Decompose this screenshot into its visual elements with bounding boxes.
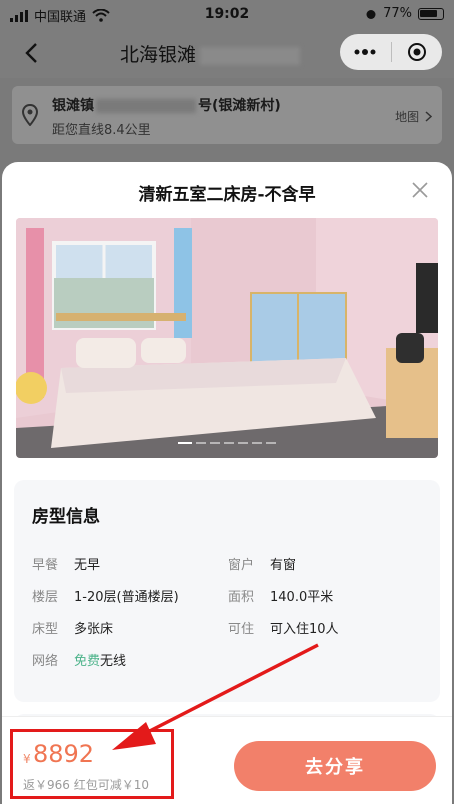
distance-label: 距您直线8.4公里 [52,123,151,138]
carousel-dot [196,442,206,444]
nav-bar: 北海银滩 [0,28,454,78]
alarm-icon [366,9,376,19]
carousel-dot [252,442,262,444]
share-button[interactable]: 去分享 [234,741,436,791]
info-area: 面积 140.0平米 [228,590,334,605]
target-icon [407,43,426,61]
hotel-address: 银滩镇 号(银滩新村) [52,98,281,114]
room-photo-carousel[interactable] [16,218,438,458]
address-card[interactable]: 银滩镇 号(银滩新村) 距您直线8.4公里 地图 [12,86,442,144]
info-floor: 楼层 1-20层(普通楼层) [32,590,179,605]
carousel-indicator [16,442,438,444]
info-breakfast: 早餐 无早 [32,558,101,573]
back-button[interactable] [18,40,44,66]
chevron-right-icon [425,111,433,122]
room-info-card: 房型信息 早餐 无早 窗户 有窗 楼层 1-20层(普通楼层) 面积 140.0平米 床… [14,480,440,702]
close-icon [412,182,428,198]
bottom-action-bar: ¥ 8892 返￥966 红包可减￥10 去分享 [2,716,452,804]
carousel-dot [238,442,248,444]
close-program-button[interactable] [392,42,443,62]
battery-icon [418,7,444,20]
carousel-dot [266,442,276,444]
room-detail-sheet: 清新五室二床房-不含早 房型信息 早餐 无早 窗户 有窗 楼层 1-20层(普通… [2,162,452,804]
map-link[interactable]: 地图 [395,108,433,125]
mini-program-capsule [340,34,442,70]
room-info-title: 房型信息 [32,507,100,527]
room-title: 清新五室二床房-不含早 [138,185,316,205]
price-amount: 8892 [33,740,95,768]
info-bed-type: 床型 多张床 [32,622,114,637]
carousel-dot [224,442,234,444]
rebate-label: 返￥966 红包可减￥10 [23,778,149,792]
info-window: 窗户 有窗 [228,558,297,573]
page-title: 北海银滩 [120,40,301,67]
close-button[interactable] [410,180,430,200]
price-highlight-box: ¥ 8892 返￥966 红包可减￥10 [10,729,174,799]
carousel-dot [210,442,220,444]
carousel-dot [178,442,192,444]
battery-percent: 77% [383,6,412,21]
chevron-left-icon [25,43,37,63]
location-pin-icon [22,104,38,126]
more-dots-icon [354,49,376,55]
info-capacity: 可住 可入住10人 [228,622,339,637]
currency-symbol: ¥ [23,752,31,766]
room-photo [16,218,438,458]
more-button[interactable] [340,49,391,55]
info-network: 网络 免费无线 [32,654,127,669]
status-bar: 中国联通 19:02 77% [0,0,454,28]
